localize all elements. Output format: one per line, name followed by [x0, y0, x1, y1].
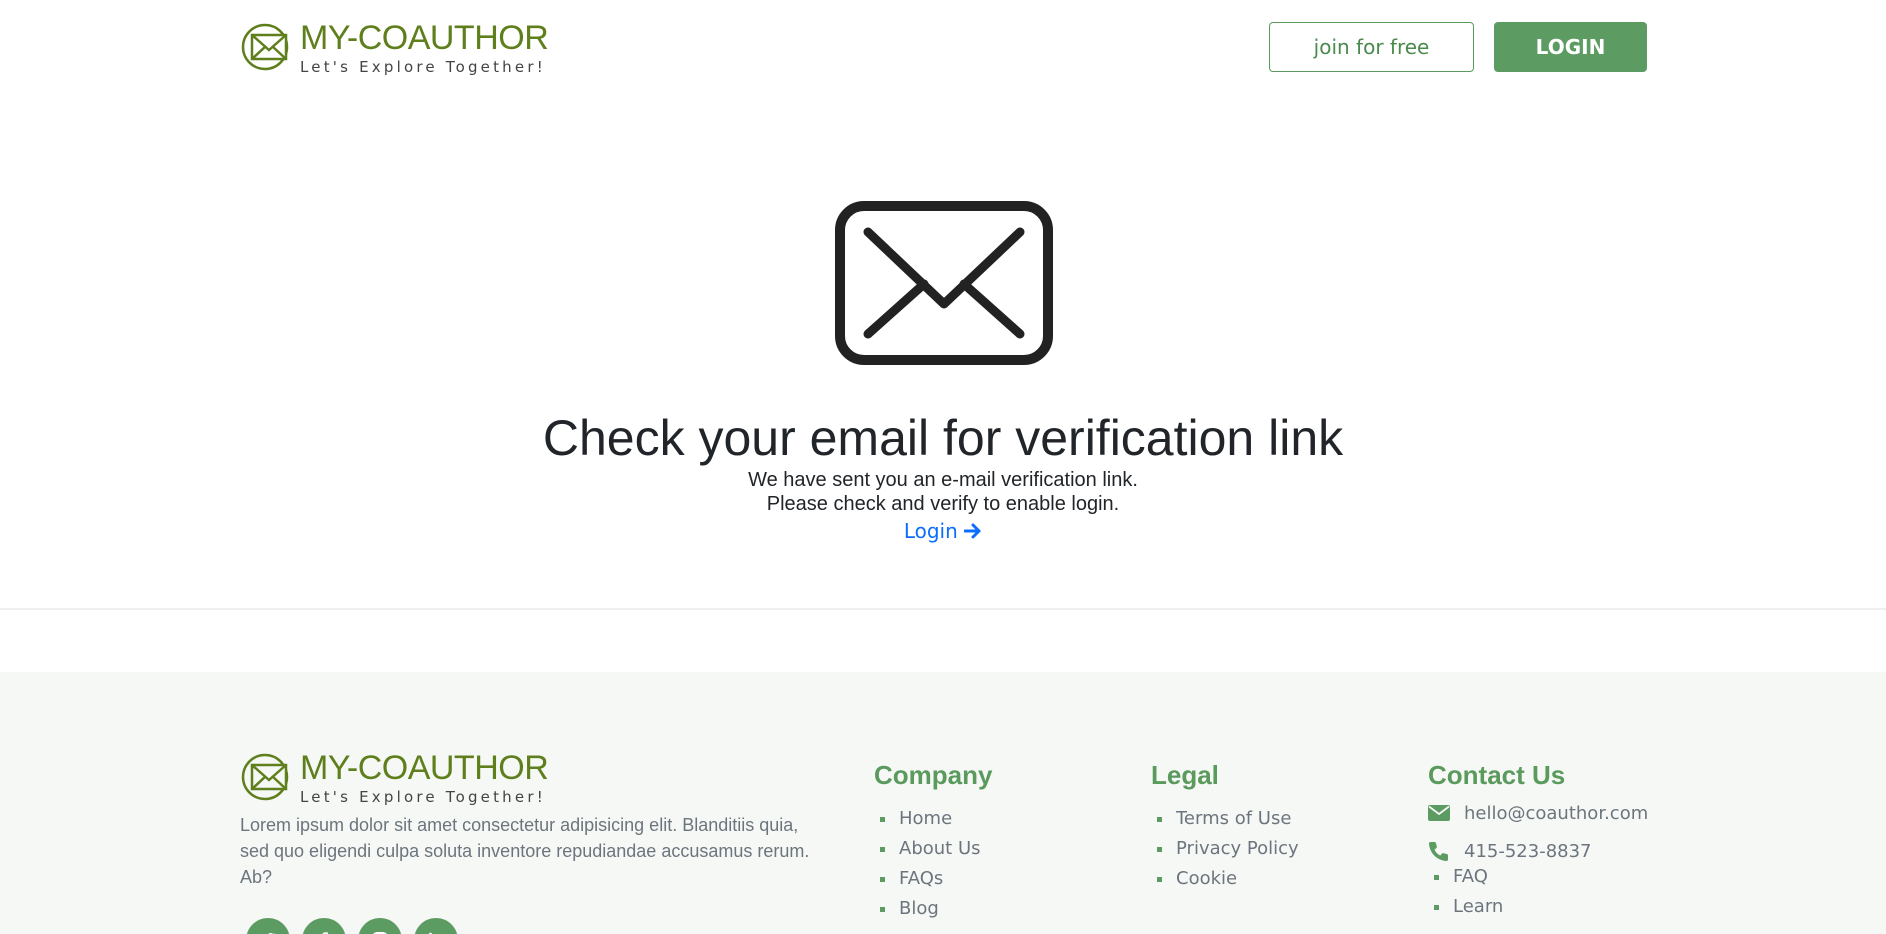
login-link-container: Login [0, 518, 1886, 544]
footer-link-faq[interactable]: FAQ [1428, 862, 1648, 892]
phone-icon [1429, 842, 1448, 861]
footer-link-blog[interactable]: Blog [874, 894, 992, 924]
footer-link-learn[interactable]: Learn [1428, 892, 1648, 922]
footer-link-label[interactable]: Home [899, 804, 952, 834]
footer-company-title: Company [874, 760, 993, 790]
footer-brand-name: MY-COAUTHOR [300, 749, 549, 787]
envelope-icon [835, 201, 1053, 365]
footer-link-label[interactable]: Cookie [1176, 864, 1237, 894]
footer-link-terms[interactable]: Terms of Use [1151, 804, 1299, 834]
footer-link-privacy[interactable]: Privacy Policy [1151, 834, 1299, 864]
footer-link-faqs[interactable]: FAQs [874, 864, 992, 894]
footer-link-home[interactable]: Home [874, 804, 992, 834]
login-link-label[interactable]: Login [904, 519, 958, 543]
footer-link-label[interactable]: Terms of Use [1176, 804, 1291, 834]
footer-description: Lorem ipsum dolor sit amet consectetur a… [240, 815, 810, 887]
logo-mark-icon [241, 23, 289, 71]
footer-brand-tagline: Let's Explore Together! [300, 788, 546, 806]
login-button[interactable]: LOGIN [1494, 22, 1647, 72]
contact-phone-text[interactable]: 415-523-8837 [1464, 841, 1592, 862]
brand-name: MY-COAUTHOR [300, 19, 549, 57]
footer-link-cookie[interactable]: Cookie [1151, 864, 1299, 894]
footer-link-label[interactable]: Learn [1453, 892, 1503, 922]
site-footer: MY-COAUTHOR Let's Explore Together! Lore… [0, 672, 1886, 934]
verification-message-line-1: We have sent you an e-mail verification … [748, 469, 1138, 491]
footer-link-label[interactable]: About Us [899, 834, 981, 864]
verification-message-line-2: Please check and verify to enable login. [766, 493, 1120, 515]
envelope-icon [1428, 805, 1450, 821]
footer-link-label[interactable]: FAQs [899, 864, 943, 894]
bullet-icon [880, 846, 885, 852]
logo-mark-icon [241, 753, 289, 801]
footer-link-about[interactable]: About Us [874, 834, 992, 864]
bullet-icon [1157, 816, 1162, 822]
footer-link-label[interactable]: Privacy Policy [1176, 834, 1299, 864]
instagram-icon[interactable] [358, 918, 402, 934]
footer-legal-title: Legal [1151, 760, 1219, 790]
bullet-icon [1434, 874, 1439, 880]
login-link[interactable]: Login [904, 519, 982, 543]
join-for-free-button[interactable]: join for free [1269, 22, 1474, 72]
bullet-icon [1157, 846, 1162, 852]
arrow-right-icon [963, 523, 981, 539]
contact-email-text[interactable]: hello@coauthor.com [1464, 803, 1648, 824]
brand-logo[interactable]: MY-COAUTHOR Let's Explore Together! [240, 19, 549, 76]
facebook-icon[interactable] [302, 918, 346, 934]
bullet-icon [1434, 904, 1439, 910]
twitter-icon[interactable] [246, 918, 290, 934]
footer-link-label[interactable]: FAQ [1453, 862, 1488, 892]
footer-contact-column: Contact Us hello@coauthor.com 415-523-88… [1428, 760, 1648, 922]
bullet-icon [1157, 876, 1162, 882]
brand-tagline: Let's Explore Together! [300, 58, 546, 76]
social-links [246, 918, 458, 934]
contact-email[interactable]: hello@coauthor.com [1428, 798, 1648, 828]
footer-company-column: Company Home About Us FAQs Blog [874, 760, 992, 924]
footer-legal-column: Legal Terms of Use Privacy Policy Cookie [1151, 760, 1299, 894]
footer-contact-title: Contact Us [1428, 760, 1566, 790]
footer-link-label[interactable]: Blog [899, 894, 939, 924]
bullet-icon [880, 876, 885, 882]
site-header: MY-COAUTHOR Let's Explore Together! join… [0, 0, 1886, 96]
bullet-icon [880, 906, 885, 912]
linkedin-icon[interactable] [414, 918, 458, 934]
section-divider [0, 608, 1886, 610]
footer-brand-logo[interactable]: MY-COAUTHOR Let's Explore Together! [240, 749, 549, 806]
bullet-icon [880, 816, 885, 822]
page-title: Check your email for verification link [542, 410, 1344, 466]
